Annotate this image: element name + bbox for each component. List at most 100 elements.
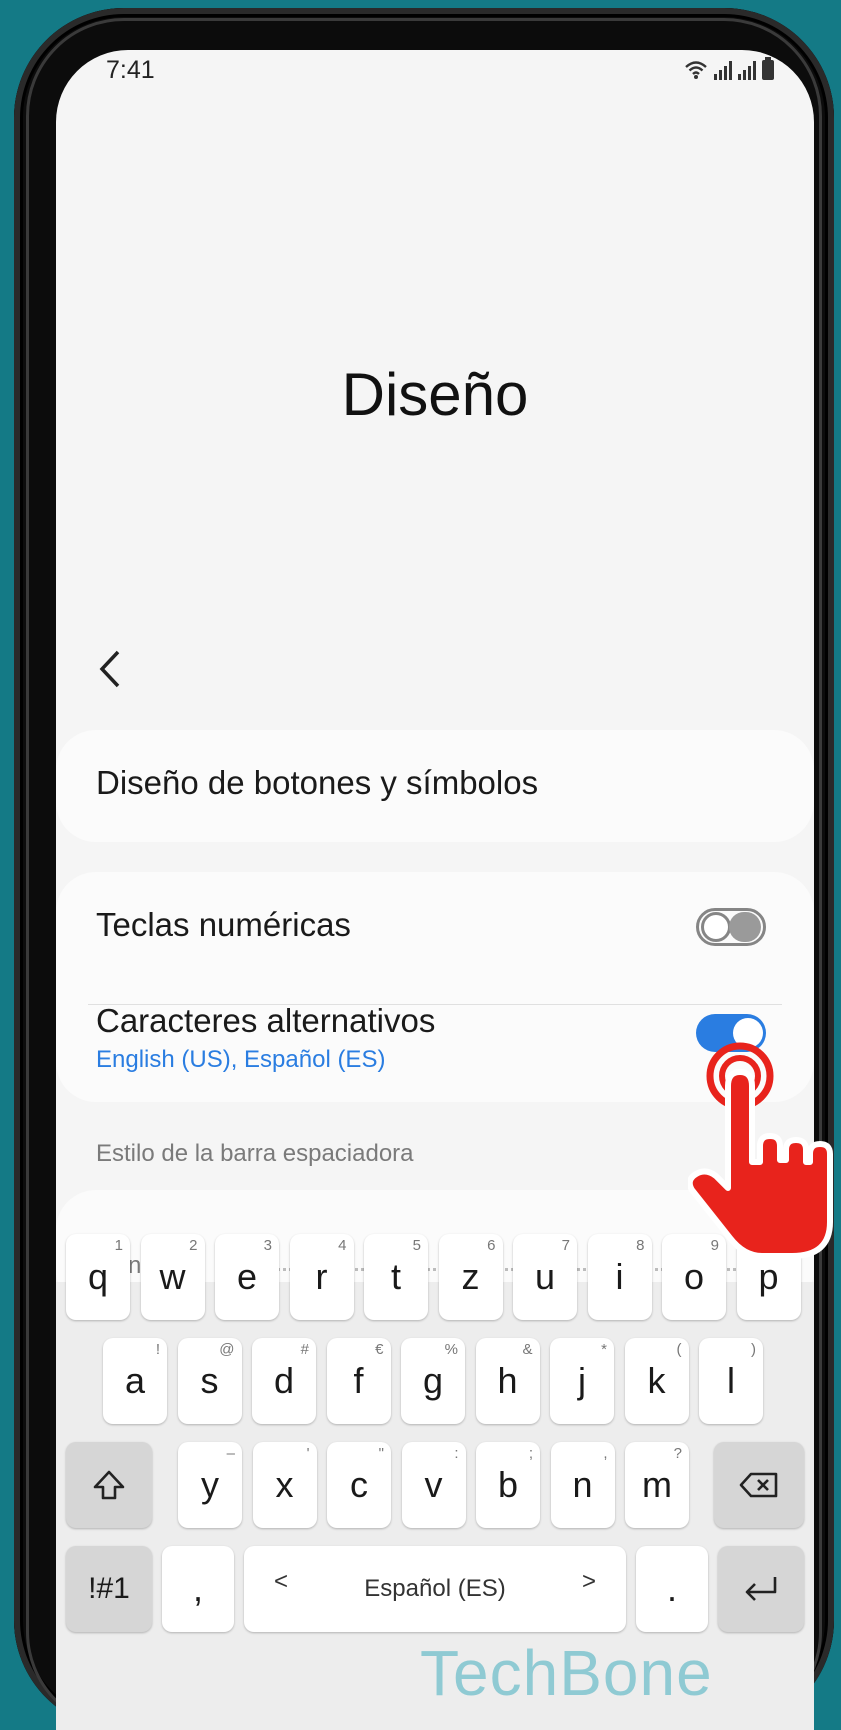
- key-hint: @: [219, 1341, 235, 1358]
- key-label: p: [758, 1256, 779, 1297]
- key-hint: (: [676, 1341, 682, 1358]
- space-key[interactable]: < Español (ES) >: [244, 1546, 626, 1632]
- key-hint: ?: [673, 1445, 682, 1462]
- key-hint: *: [601, 1341, 607, 1358]
- key-hint: &: [522, 1341, 533, 1358]
- key-label: z: [461, 1256, 480, 1297]
- key-i[interactable]: 8i: [587, 1234, 652, 1320]
- language-prev: <: [274, 1568, 289, 1595]
- watermark: TechBone: [420, 1637, 713, 1709]
- key-hint: :: [454, 1445, 459, 1462]
- key-label: a: [124, 1360, 146, 1401]
- key-hint: ': [306, 1445, 310, 1462]
- key-l[interactable]: ) l: [699, 1338, 763, 1424]
- key-label: g: [422, 1360, 444, 1401]
- key-v[interactable]: :v: [401, 1442, 466, 1528]
- key-label: q: [87, 1256, 109, 1297]
- enter-icon: [745, 1577, 777, 1601]
- numeric-keys-label: Teclas numéricas: [96, 906, 351, 943]
- key-b[interactable]: ; b: [476, 1442, 540, 1528]
- key-label: t: [390, 1256, 401, 1297]
- key-hint: 8: [636, 1237, 645, 1254]
- key-g[interactable]: % g: [401, 1338, 465, 1424]
- key-hint: –: [226, 1445, 235, 1462]
- key-hint: ": [378, 1445, 384, 1462]
- key-hint: 4: [338, 1237, 347, 1254]
- key-hint: #: [300, 1341, 309, 1358]
- battery-icon: [762, 57, 774, 80]
- key-c[interactable]: " c: [327, 1442, 391, 1528]
- page-title: Diseño: [341, 361, 529, 428]
- key-label: b: [497, 1464, 519, 1505]
- period-key[interactable]: .: [636, 1546, 708, 1632]
- key-hint: 1: [114, 1237, 123, 1254]
- key-label: o: [683, 1256, 705, 1297]
- numeric-keys-toggle[interactable]: [696, 908, 766, 946]
- key-hint: %: [444, 1341, 458, 1358]
- key-h[interactable]: & h: [475, 1338, 540, 1424]
- symbols-key[interactable]: !#1: [66, 1546, 152, 1632]
- key-t[interactable]: 5t: [364, 1234, 428, 1320]
- key-z[interactable]: 6z: [438, 1234, 503, 1320]
- key-label: m: [642, 1464, 672, 1505]
- key-w[interactable]: 2w: [140, 1234, 205, 1320]
- key-label: h: [497, 1360, 518, 1401]
- spacebar-section-header: Estilo de la barra espaciadora: [96, 1140, 414, 1167]
- key-label: e: [236, 1256, 258, 1297]
- key-q[interactable]: 1q: [66, 1234, 130, 1320]
- chevron-left-icon: [99, 650, 120, 688]
- key-j[interactable]: * j: [550, 1338, 614, 1424]
- key-u[interactable]: 7u: [513, 1234, 577, 1320]
- key-f[interactable]: € f: [326, 1338, 391, 1424]
- key-hint: 3: [263, 1237, 272, 1254]
- key-label: i: [615, 1256, 624, 1297]
- tap-hand-icon: [688, 1042, 833, 1259]
- layout-symbols-label: Diseño de botones y símbolos: [96, 764, 539, 801]
- alt-chars-label: Caracteres alternativos: [96, 1002, 436, 1039]
- signal-icon: [714, 60, 732, 80]
- key-m[interactable]: ? m: [625, 1442, 689, 1528]
- key-label: l: [727, 1360, 735, 1401]
- backspace-icon: [739, 1472, 778, 1498]
- key-label: k: [647, 1360, 666, 1401]
- key-label: v: [424, 1464, 443, 1505]
- screen: 7:41 Diseño Diseño de botones y símbolos…: [56, 50, 814, 1730]
- key-hint: 2: [189, 1237, 198, 1254]
- backspace-key[interactable]: [714, 1442, 804, 1528]
- enter-key[interactable]: [718, 1546, 804, 1632]
- layout-symbols-item[interactable]: Diseño de botones y símbolos: [56, 730, 814, 842]
- key-d[interactable]: # d: [252, 1338, 316, 1424]
- key-hint: ,: [603, 1445, 608, 1462]
- key-label: r: [315, 1256, 328, 1297]
- key-label: w: [159, 1256, 186, 1297]
- key-label: f: [353, 1360, 364, 1401]
- comma-key[interactable]: ,: [162, 1546, 234, 1632]
- key-r[interactable]: 4r: [289, 1234, 354, 1320]
- shift-key[interactable]: [66, 1442, 152, 1528]
- space-language-label: Español (ES): [364, 1575, 506, 1602]
- key-hint: ): [751, 1341, 756, 1358]
- shift-icon: [93, 1470, 125, 1500]
- key-hint: 6: [487, 1237, 496, 1254]
- back-button[interactable]: [94, 648, 134, 708]
- key-x[interactable]: ' x: [252, 1442, 317, 1528]
- key-k[interactable]: (k: [624, 1338, 689, 1424]
- signal-icon-2: [738, 60, 756, 80]
- key-label: n: [572, 1464, 593, 1505]
- key-s[interactable]: @ s: [177, 1338, 242, 1424]
- alt-chars-languages: English (US), Español (ES): [96, 1046, 386, 1073]
- toggle-knob: [701, 912, 731, 942]
- key-label: u: [534, 1256, 556, 1297]
- key-e[interactable]: 3e: [215, 1234, 279, 1320]
- language-next: >: [581, 1568, 596, 1595]
- key-label: d: [273, 1360, 295, 1401]
- key-label: x: [275, 1464, 294, 1505]
- key-y[interactable]: – y: [178, 1442, 242, 1528]
- key-hint: 7: [561, 1237, 570, 1254]
- status-time: 7:41: [106, 56, 155, 84]
- key-label: y: [201, 1464, 219, 1505]
- key-hint: €: [375, 1341, 384, 1358]
- key-label: j: [578, 1360, 586, 1401]
- key-a[interactable]: ! a: [103, 1338, 167, 1424]
- key-n[interactable]: ,n: [550, 1442, 615, 1528]
